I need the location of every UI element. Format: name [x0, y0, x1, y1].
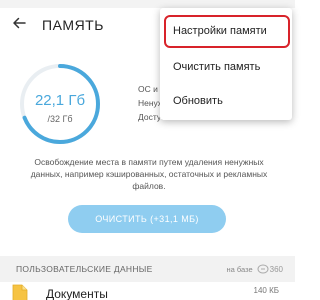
powered-by: на базе 360: [227, 264, 284, 274]
logo-text: 360: [269, 264, 283, 274]
powered-by-label: на базе: [226, 264, 253, 274]
overflow-menu: Настройки памяти Очистить память Обновит…: [160, 8, 292, 120]
storage-total-value: /32 Гб: [47, 114, 73, 124]
clean-button[interactable]: ОЧИСТИТЬ (+31,1 МБ): [68, 205, 226, 233]
user-data-section-header: ПОЛЬЗОВАТЕЛЬСКИЕ ДАННЫЕ на базе 360: [0, 262, 295, 276]
document-icon: [12, 284, 30, 300]
menu-item-storage-settings[interactable]: Настройки памяти: [160, 16, 292, 46]
page-title: ПАМЯТЬ: [42, 17, 104, 33]
list-item-label: Документы: [46, 287, 108, 300]
back-button[interactable]: [2, 8, 36, 42]
menu-item-refresh[interactable]: Обновить: [160, 86, 292, 116]
section-title: ПОЛЬЗОВАТЕЛЬСКИЕ ДАННЫЕ: [16, 264, 153, 274]
storage-used-value: 22,1 Гб: [34, 92, 86, 109]
memory-screen: ПАМЯТЬ 22,1 Гб /32 Гб ОС и данные Ненужн…: [0, 0, 295, 300]
list-item-size: 140 КБ: [253, 286, 279, 295]
menu-item-clean-memory[interactable]: Очистить память: [160, 52, 292, 82]
status-bar: [0, 0, 295, 8]
storage-gauge: 22,1 Гб /32 Гб: [18, 62, 102, 146]
clean-description: Освобождение места в памяти путем удален…: [30, 157, 268, 191]
back-arrow-icon: [12, 16, 26, 35]
security-360-logo-icon: 360: [257, 264, 283, 274]
list-item-documents[interactable]: Документы 140 КБ: [0, 282, 295, 300]
